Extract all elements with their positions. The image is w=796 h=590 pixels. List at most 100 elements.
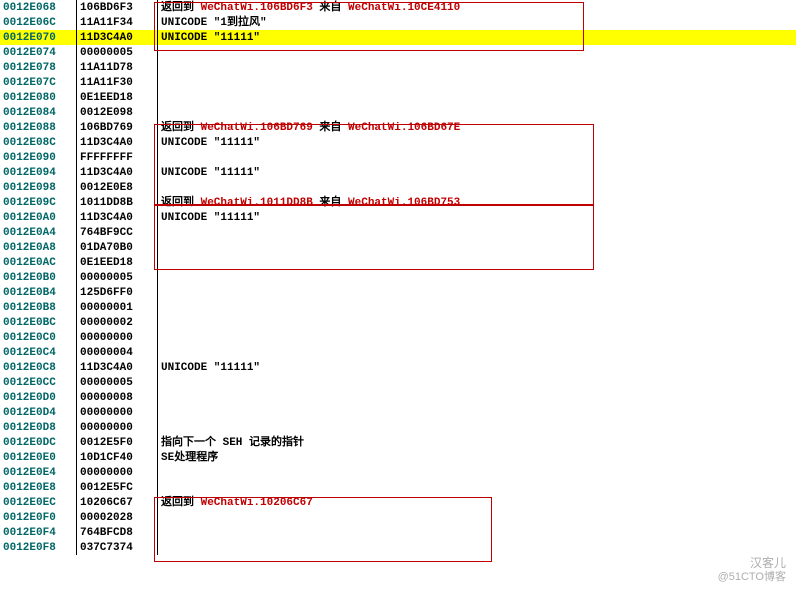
address-cell[interactable]: 0012E0CC	[0, 375, 77, 390]
address-cell[interactable]: 0012E0C0	[0, 330, 77, 345]
address-cell[interactable]: 0012E0A0	[0, 210, 77, 225]
hex-cell[interactable]: 11A11F30	[77, 75, 158, 90]
stack-row[interactable]: 0012E0F000002028	[0, 510, 796, 525]
stack-row[interactable]: 0012E07011D3C4A0UNICODE "11111"	[0, 30, 796, 45]
hex-cell[interactable]: 1011DD8B	[77, 195, 158, 210]
hex-cell[interactable]: 11D3C4A0	[77, 30, 158, 45]
hex-cell[interactable]: 764BF9CC	[77, 225, 158, 240]
comment-cell[interactable]	[158, 390, 796, 405]
comment-cell[interactable]	[158, 255, 796, 270]
comment-cell[interactable]: UNICODE "1到拉风"	[158, 15, 796, 30]
comment-cell[interactable]: 返回到 WeChatWi.106BD6F3 来自 WeChatWi.10CE41…	[158, 0, 796, 15]
hex-cell[interactable]: 106BD769	[77, 120, 158, 135]
stack-row[interactable]: 0012E0F8037C7374	[0, 540, 796, 555]
stack-row[interactable]: 0012E08C11D3C4A0UNICODE "11111"	[0, 135, 796, 150]
hex-cell[interactable]: 00000000	[77, 465, 158, 480]
address-cell[interactable]: 0012E0EC	[0, 495, 77, 510]
stack-row[interactable]: 0012E0BC00000002	[0, 315, 796, 330]
comment-cell[interactable]: 指向下一个 SEH 记录的指针	[158, 435, 796, 450]
hex-cell[interactable]: 00000002	[77, 315, 158, 330]
stack-row[interactable]: 0012E0B000000005	[0, 270, 796, 285]
stack-row[interactable]: 0012E0E400000000	[0, 465, 796, 480]
address-cell[interactable]: 0012E0BC	[0, 315, 77, 330]
comment-cell[interactable]	[158, 510, 796, 525]
hex-cell[interactable]: 0012E5F0	[77, 435, 158, 450]
stack-dump-table[interactable]: 0012E068106BD6F3返回到 WeChatWi.106BD6F3 来自…	[0, 0, 796, 555]
address-cell[interactable]: 0012E090	[0, 150, 77, 165]
address-cell[interactable]: 0012E094	[0, 165, 77, 180]
address-cell[interactable]: 0012E0E0	[0, 450, 77, 465]
stack-row[interactable]: 0012E07811A11D78	[0, 60, 796, 75]
address-cell[interactable]: 0012E0D8	[0, 420, 77, 435]
comment-cell[interactable]	[158, 345, 796, 360]
hex-cell[interactable]: 00000004	[77, 345, 158, 360]
address-cell[interactable]: 0012E080	[0, 90, 77, 105]
comment-cell[interactable]	[158, 465, 796, 480]
hex-cell[interactable]: 00000000	[77, 330, 158, 345]
stack-row[interactable]: 0012E0A801DA70B0	[0, 240, 796, 255]
address-cell[interactable]: 0012E070	[0, 30, 77, 45]
hex-cell[interactable]: 0012E0E8	[77, 180, 158, 195]
hex-cell[interactable]: 11D3C4A0	[77, 165, 158, 180]
hex-cell[interactable]: 0012E5FC	[77, 480, 158, 495]
hex-cell[interactable]: 125D6FF0	[77, 285, 158, 300]
address-cell[interactable]: 0012E098	[0, 180, 77, 195]
address-cell[interactable]: 0012E09C	[0, 195, 77, 210]
address-cell[interactable]: 0012E07C	[0, 75, 77, 90]
comment-cell[interactable]: UNICODE "11111"	[158, 210, 796, 225]
hex-cell[interactable]: 10D1CF40	[77, 450, 158, 465]
hex-cell[interactable]: 00000001	[77, 300, 158, 315]
stack-row[interactable]: 0012E0EC10206C67返回到 WeChatWi.10206C67	[0, 495, 796, 510]
comment-cell[interactable]	[158, 270, 796, 285]
stack-row[interactable]: 0012E0C000000000	[0, 330, 796, 345]
hex-cell[interactable]: 11D3C4A0	[77, 210, 158, 225]
comment-cell[interactable]	[158, 315, 796, 330]
address-cell[interactable]: 0012E06C	[0, 15, 77, 30]
address-cell[interactable]: 0012E0B4	[0, 285, 77, 300]
hex-cell[interactable]: 0012E098	[77, 105, 158, 120]
address-cell[interactable]: 0012E068	[0, 0, 77, 15]
address-cell[interactable]: 0012E0B0	[0, 270, 77, 285]
comment-cell[interactable]: UNICODE "11111"	[158, 360, 796, 375]
hex-cell[interactable]: 0E1EED18	[77, 90, 158, 105]
hex-cell[interactable]: 106BD6F3	[77, 0, 158, 15]
comment-cell[interactable]: 返回到 WeChatWi.1011DD8B 来自 WeChatWi.106BD7…	[158, 195, 796, 210]
comment-cell[interactable]	[158, 420, 796, 435]
hex-cell[interactable]: 00000000	[77, 405, 158, 420]
hex-cell[interactable]: 00000008	[77, 390, 158, 405]
stack-row[interactable]: 0012E09C1011DD8B返回到 WeChatWi.1011DD8B 来自…	[0, 195, 796, 210]
comment-cell[interactable]	[158, 150, 796, 165]
comment-cell[interactable]	[158, 405, 796, 420]
hex-cell[interactable]: 11A11D78	[77, 60, 158, 75]
hex-cell[interactable]: 00000000	[77, 420, 158, 435]
comment-cell[interactable]	[158, 105, 796, 120]
comment-cell[interactable]	[158, 330, 796, 345]
comment-cell[interactable]: UNICODE "11111"	[158, 165, 796, 180]
stack-row[interactable]: 0012E068106BD6F3返回到 WeChatWi.106BD6F3 来自…	[0, 0, 796, 15]
comment-cell[interactable]	[158, 225, 796, 240]
address-cell[interactable]: 0012E0DC	[0, 435, 77, 450]
hex-cell[interactable]: 00000005	[77, 375, 158, 390]
address-cell[interactable]: 0012E0A4	[0, 225, 77, 240]
address-cell[interactable]: 0012E0D4	[0, 405, 77, 420]
hex-cell[interactable]: 764BFCD8	[77, 525, 158, 540]
hex-cell[interactable]: 01DA70B0	[77, 240, 158, 255]
comment-cell[interactable]: 返回到 WeChatWi.10206C67	[158, 495, 796, 510]
hex-cell[interactable]: 11D3C4A0	[77, 360, 158, 375]
stack-row[interactable]: 0012E09411D3C4A0UNICODE "11111"	[0, 165, 796, 180]
stack-row[interactable]: 0012E07C11A11F30	[0, 75, 796, 90]
address-cell[interactable]: 0012E088	[0, 120, 77, 135]
stack-row[interactable]: 0012E0980012E0E8	[0, 180, 796, 195]
address-cell[interactable]: 0012E0AC	[0, 255, 77, 270]
hex-cell[interactable]: 11A11F34	[77, 15, 158, 30]
hex-cell[interactable]: FFFFFFFF	[77, 150, 158, 165]
stack-row[interactable]: 0012E06C11A11F34UNICODE "1到拉风"	[0, 15, 796, 30]
comment-cell[interactable]: UNICODE "11111"	[158, 30, 796, 45]
stack-row[interactable]: 0012E088106BD769返回到 WeChatWi.106BD769 来自…	[0, 120, 796, 135]
hex-cell[interactable]: 00000005	[77, 45, 158, 60]
comment-cell[interactable]	[158, 45, 796, 60]
comment-cell[interactable]	[158, 60, 796, 75]
stack-row[interactable]: 0012E0C400000004	[0, 345, 796, 360]
stack-row[interactable]: 0012E0800E1EED18	[0, 90, 796, 105]
address-cell[interactable]: 0012E0B8	[0, 300, 77, 315]
